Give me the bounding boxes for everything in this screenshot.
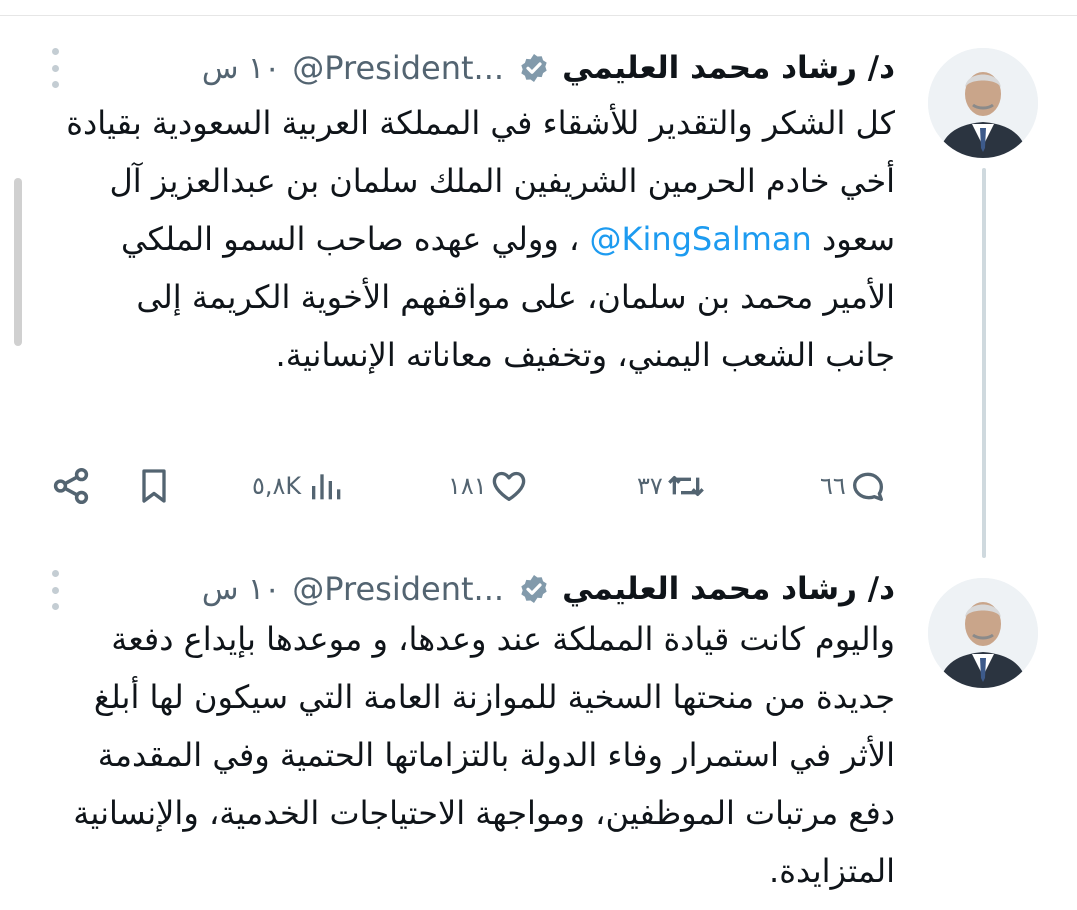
bookmark-button[interactable] [134, 462, 174, 510]
tweet-text-content: واليوم كانت قيادة المملكة عند وعدها، و م… [73, 620, 895, 890]
like-icon [492, 471, 525, 501]
verified-badge-icon [521, 54, 547, 82]
reply-count: ٦٦ [820, 472, 846, 500]
like-count: ١٨١ [448, 472, 487, 500]
author-handle[interactable]: @President... [292, 570, 504, 608]
avatar-photo-icon [928, 48, 1038, 158]
more-icon[interactable] [48, 48, 62, 88]
tweet-actions: ٦٦ ٣٧ ١٨١ ٥,٨K [0, 462, 1077, 510]
avatar-photo-icon [928, 578, 1038, 688]
tweet-time[interactable]: ١٠ س [202, 572, 280, 607]
verified-badge-icon [521, 575, 547, 603]
share-icon [53, 467, 89, 505]
tweet-time[interactable]: ١٠ س [202, 51, 280, 86]
author-handle[interactable]: @President... [292, 49, 504, 87]
more-icon[interactable] [48, 570, 62, 610]
views-icon [312, 474, 341, 500]
tweet-2[interactable]: د/ رشاد محمد العليمي @President... ١٠ س … [0, 540, 1077, 910]
mention-link[interactable]: @KingSalman [589, 220, 811, 258]
bookmark-icon [142, 469, 166, 503]
retweet-count: ٣٧ [637, 472, 663, 500]
retweet-icon [667, 476, 704, 496]
avatar[interactable] [928, 578, 1038, 688]
avatar[interactable] [928, 48, 1038, 158]
tweet-header: د/ رشاد محمد العليمي @President... ١٠ س [202, 43, 895, 93]
views-count: ٥,٨K [252, 472, 302, 500]
tweet-text: كل الشكر والتقدير للأشقاء في المملكة الع… [65, 94, 895, 384]
author-name[interactable]: د/ رشاد محمد العليمي [562, 571, 895, 607]
tweet-1[interactable]: د/ رشاد محمد العليمي @President... ١٠ س … [0, 0, 1077, 540]
share-button[interactable] [50, 462, 92, 510]
reply-button[interactable]: ٦٦ [820, 462, 888, 510]
views-button[interactable]: ٥,٨K [252, 462, 347, 510]
author-name[interactable]: د/ رشاد محمد العليمي [562, 50, 895, 86]
retweet-button[interactable]: ٣٧ [637, 462, 707, 510]
reply-icon [852, 472, 883, 501]
like-button[interactable]: ١٨١ [448, 462, 529, 510]
tweet-text: واليوم كانت قيادة المملكة عند وعدها، و م… [65, 610, 895, 900]
tweet-header: د/ رشاد محمد العليمي @President... ١٠ س [202, 564, 895, 614]
